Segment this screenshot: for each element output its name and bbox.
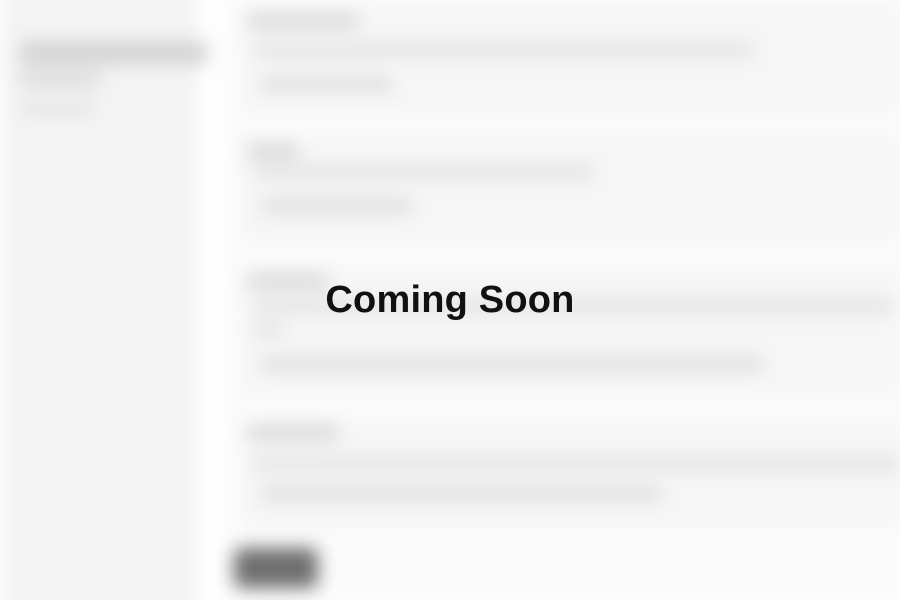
blurred-sidebar-title bbox=[20, 42, 208, 64]
blurred-section bbox=[240, 136, 900, 242]
blurred-section-heading bbox=[248, 426, 338, 440]
blurred-action-button bbox=[234, 548, 318, 588]
blurred-section bbox=[240, 418, 900, 528]
blurred-section bbox=[240, 4, 900, 114]
blurred-section-heading bbox=[248, 14, 358, 28]
coming-soon-screen: Coming Soon bbox=[0, 0, 900, 600]
blurred-section-text bbox=[254, 324, 284, 336]
blurred-section-text bbox=[254, 458, 900, 470]
blurred-sidebar-item bbox=[22, 102, 94, 114]
blurred-sidebar-item bbox=[20, 72, 100, 86]
blurred-section-field bbox=[262, 78, 392, 90]
blurred-section-field bbox=[262, 200, 412, 212]
blurred-section-text bbox=[254, 44, 754, 56]
blurred-section-field bbox=[262, 488, 662, 500]
blurred-section-heading bbox=[248, 144, 298, 158]
blurred-section-field bbox=[262, 358, 762, 370]
blurred-section-text bbox=[254, 166, 594, 178]
coming-soon-message: Coming Soon bbox=[325, 279, 575, 321]
